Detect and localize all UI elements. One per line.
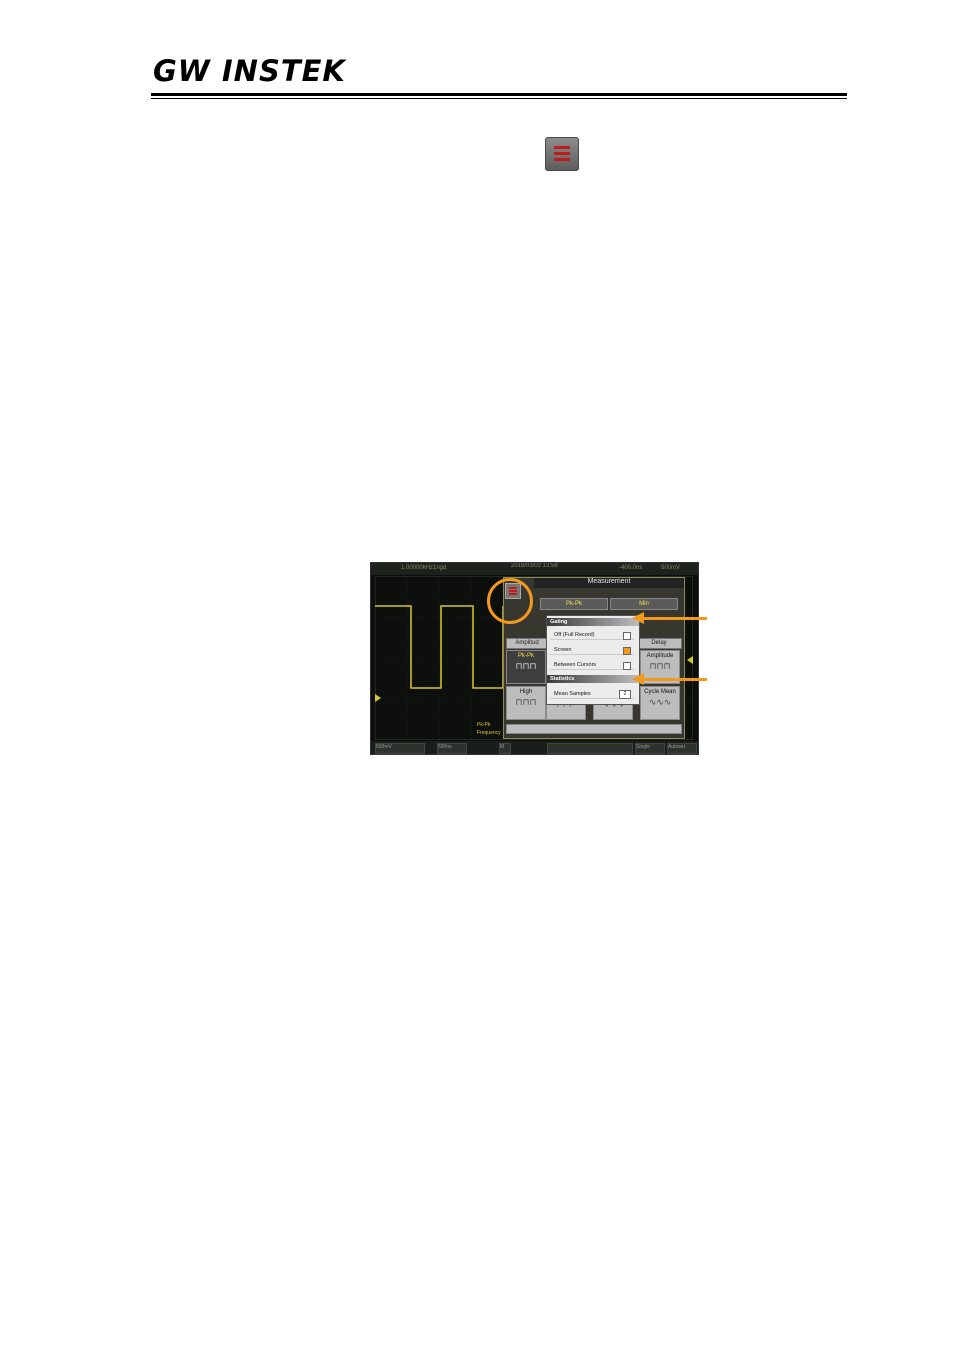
gw-instek-logo: GW INSTEK xyxy=(153,54,346,88)
header-rule-thin xyxy=(151,98,847,99)
gating-cursors-option[interactable]: Between Cursors xyxy=(550,660,634,670)
square-wave-icon: ⊓⊓⊓ xyxy=(515,697,537,707)
scope-offset: -400.0ns xyxy=(619,565,643,571)
timebase[interactable]: 500ns xyxy=(437,743,467,754)
arrow-statistics-head xyxy=(632,673,644,685)
oscilloscope-screenshot: 1.00000kHz 1ngd 2018/03/02 13:58 -400.0n… xyxy=(370,562,699,755)
mean-samples-value[interactable]: 2 xyxy=(619,690,631,699)
gating-header: Gating xyxy=(547,618,639,626)
tile-cycle-mean[interactable]: Cycle Mean ∿∿∿ xyxy=(640,686,680,720)
checkbox-cursors[interactable] xyxy=(623,662,631,670)
measurement-options-menu: Gating Off (Full Record) Screen Between … xyxy=(546,615,640,705)
scope-bottombar: 500mV 500ns M Single Autoset xyxy=(371,741,698,754)
gating-off-option[interactable]: Off (Full Record) xyxy=(550,630,634,640)
legend-pkpk: Pk-Pk xyxy=(477,722,491,728)
status-indicator xyxy=(547,743,633,754)
tile-cycle-mean-label: Cycle Mean xyxy=(644,689,676,695)
scroll-indicator[interactable] xyxy=(506,724,682,734)
tile-high-label: High xyxy=(519,689,533,695)
scope-mode: 1ngd xyxy=(433,565,447,571)
tile-high[interactable]: High ⊓⊓⊓ xyxy=(506,686,546,720)
checkbox-off[interactable] xyxy=(623,632,631,640)
legend-frequency: Frequency xyxy=(477,730,501,736)
tile-pkpk[interactable]: Pk-Pk ⊓⊓⊓ xyxy=(506,650,546,684)
measurement-title: Measurement xyxy=(534,578,684,588)
scope-freq: 1.00000kHz xyxy=(401,565,434,571)
scope-topbar: 1.00000kHz 1ngd 2018/03/02 13:58 -400.0n… xyxy=(371,563,698,575)
arrow-statistics xyxy=(643,678,707,681)
menu-icon xyxy=(545,137,579,171)
tile-amplitude-label: Amplitude xyxy=(646,653,674,659)
highlight-circle xyxy=(487,578,533,624)
tab-amplitude[interactable]: Amplitud xyxy=(506,638,548,649)
scope-scale: 500mV xyxy=(661,565,681,571)
mean-samples-option[interactable]: Mean Samples 2 xyxy=(550,689,634,699)
checkbox-screen[interactable] xyxy=(623,647,631,655)
scope-date: 2018/03/02 13:58 xyxy=(511,563,558,569)
arrow-gating xyxy=(643,617,707,620)
gating-screen-label: Screen xyxy=(554,647,572,653)
arrow-gating-head xyxy=(632,612,644,624)
square-wave-icon: ⊓⊓⊓ xyxy=(649,661,671,671)
sine-wave-icon: ∿∿∿ xyxy=(648,697,672,707)
gating-cursors-label: Between Cursors xyxy=(554,662,597,668)
math-button[interactable]: M xyxy=(499,743,511,754)
gating-screen-option[interactable]: Screen xyxy=(550,645,634,655)
tab-delay[interactable]: Delay xyxy=(636,638,682,649)
pkpk-button[interactable]: Pk-Pk xyxy=(540,598,608,610)
autoset-button[interactable]: Autoset xyxy=(667,743,697,754)
measure-legend: Pk-Pk Frequency xyxy=(477,721,501,737)
header-rule xyxy=(151,93,847,96)
ch1-scale[interactable]: 500mV xyxy=(375,743,425,754)
tile-pkpk-label: Pk-Pk xyxy=(517,653,534,659)
mean-samples-label: Mean Samples xyxy=(554,691,591,697)
gating-off-label: Off (Full Record) xyxy=(554,632,595,638)
min-button[interactable]: Min xyxy=(610,598,678,610)
statistics-header: Statistics xyxy=(547,675,639,683)
square-wave-icon: ⊓⊓⊓ xyxy=(515,661,537,671)
single-button[interactable]: Single xyxy=(635,743,665,754)
